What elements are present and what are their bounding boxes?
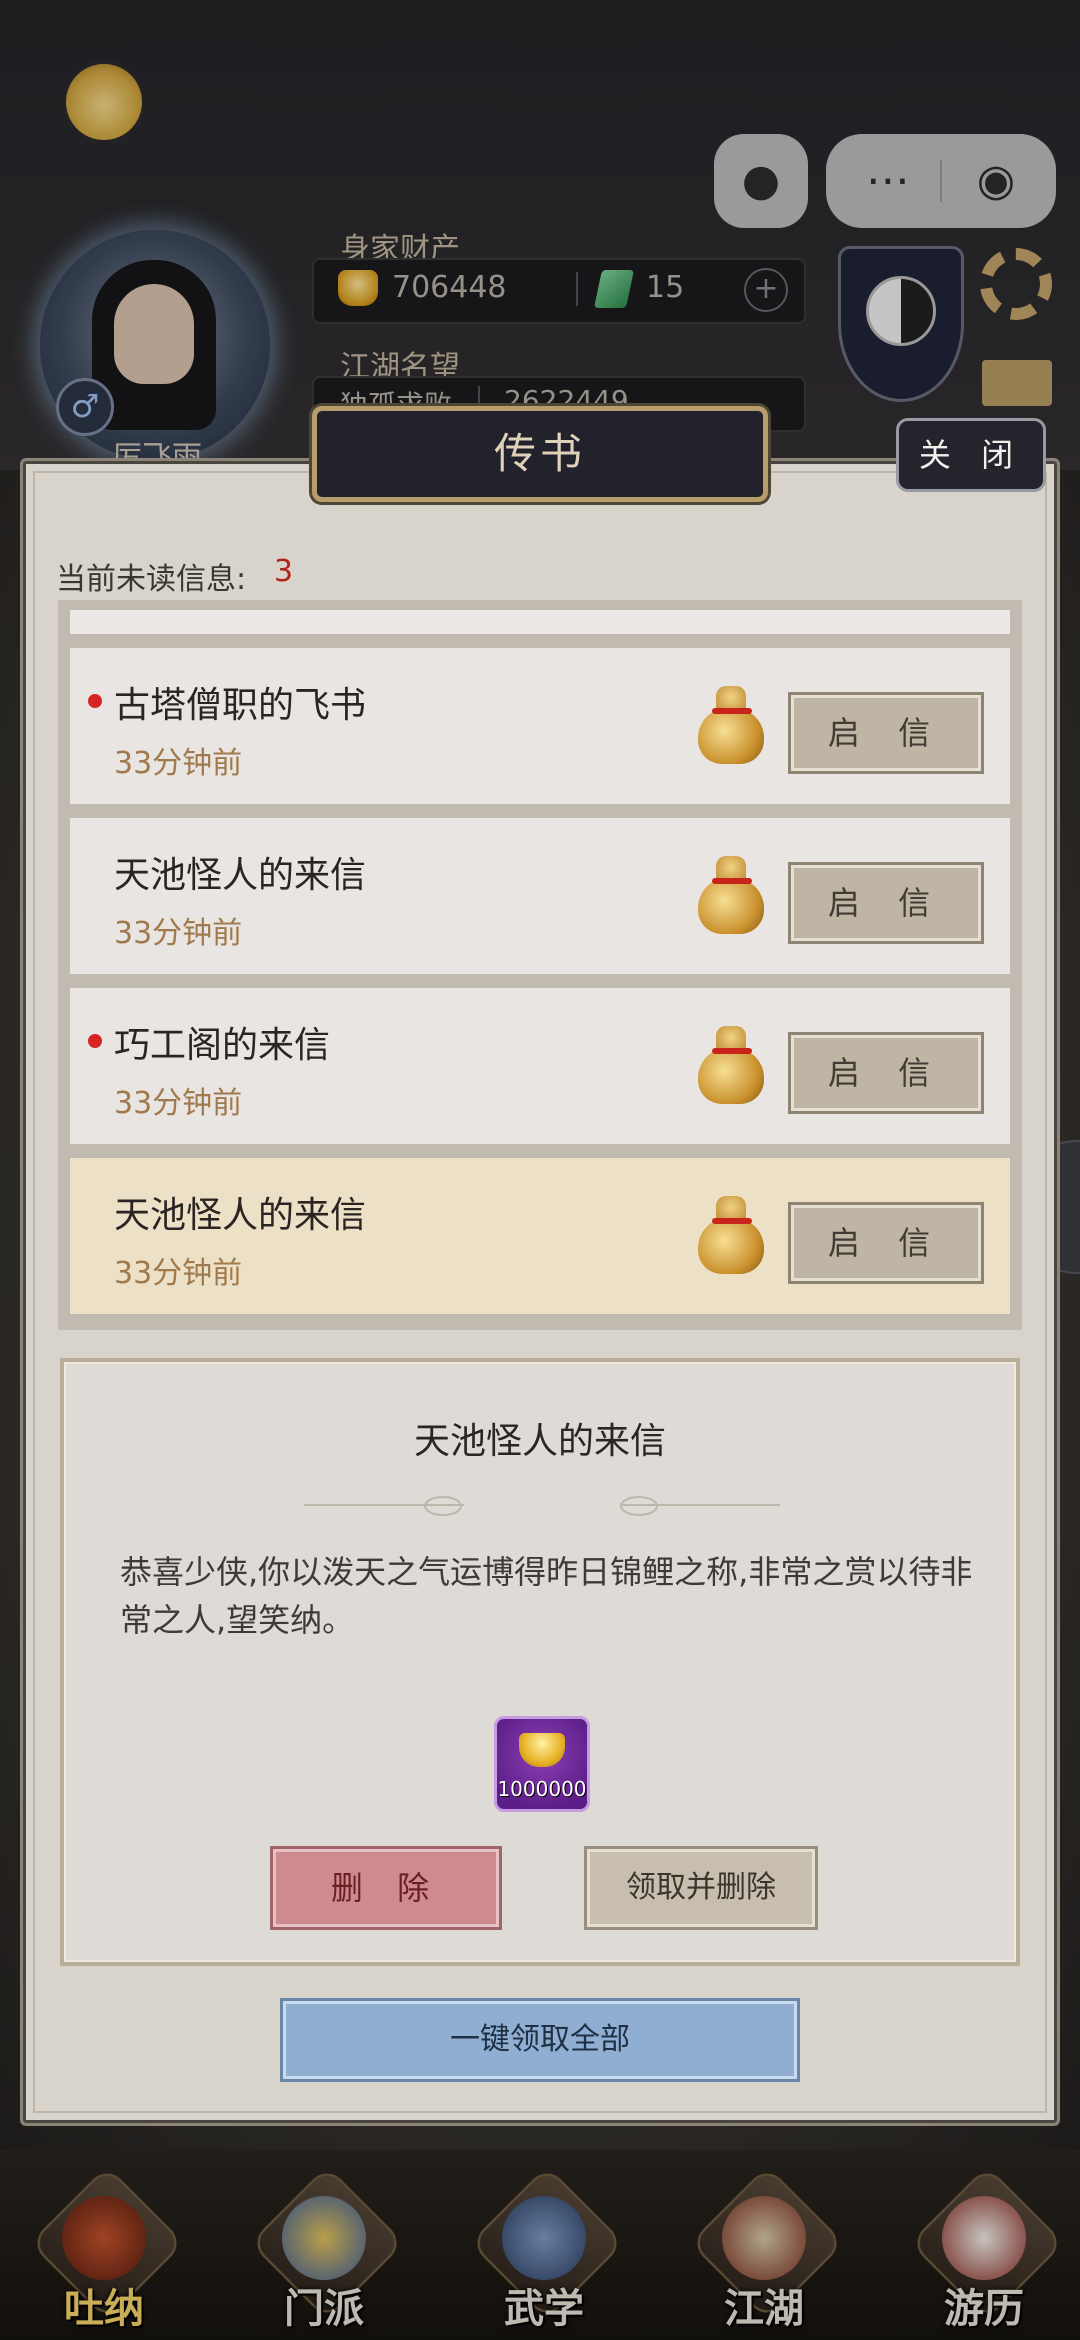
ornament-knot-left (424, 1496, 462, 1516)
letter-time: 33分钟前 (114, 1086, 243, 1121)
reward-item[interactable]: 1000000 (494, 1716, 590, 1812)
reward-amount: 1000000 (497, 1777, 587, 1801)
list-scroll-edge (70, 610, 1010, 634)
letter-row[interactable]: 巧工阁的来信 33分钟前 启 信 (70, 988, 1010, 1144)
letter-title: 古塔僧职的飞书 (114, 685, 367, 726)
letter-row[interactable]: 天池怪人的来信 33分钟前 启 信 (70, 818, 1010, 974)
close-button[interactable]: 关 闭 (896, 418, 1046, 492)
gold-ingot-icon (519, 1733, 565, 1767)
letter-time: 33分钟前 (114, 916, 243, 951)
open-letter-button[interactable]: 启 信 (788, 862, 984, 944)
open-letter-button[interactable]: 启 信 (788, 1202, 984, 1284)
unread-dot (88, 694, 102, 708)
ornament-knot-right (620, 1496, 658, 1516)
reward-bag-icon (698, 1026, 764, 1104)
open-letter-button[interactable]: 启 信 (788, 692, 984, 774)
dialog-title: 传书 (493, 429, 586, 478)
unread-label: 当前未读信息: (56, 562, 247, 597)
detail-body: 恭喜少侠,你以泼天之气运博得昨日锦鲤之称,非常之赏以待非常之人,望笑纳。 (120, 1553, 973, 1639)
unread-dot (88, 1034, 102, 1048)
letter-title: 天池怪人的来信 (114, 855, 367, 896)
letter-time: 33分钟前 (114, 746, 243, 781)
unread-count: 3 (274, 554, 294, 589)
open-letter-button[interactable]: 启 信 (788, 1032, 984, 1114)
detail-title: 天池怪人的来信 (413, 1421, 666, 1462)
letter-row[interactable]: 古塔僧职的飞书 33分钟前 启 信 (70, 648, 1010, 804)
letter-title: 天池怪人的来信 (114, 1195, 367, 1236)
claim-all-button[interactable]: 一键领取全部 (280, 1998, 800, 2082)
reward-bag-icon (698, 686, 764, 764)
reward-bag-icon (698, 856, 764, 934)
claim-and-delete-button[interactable]: 领取并删除 (584, 1846, 818, 1930)
letter-detail: 天池怪人的来信 恭喜少侠,你以泼天之气运博得昨日锦鲤之称,非常之赏以待非常之人,… (60, 1358, 1020, 1966)
dialog-title-plaque: 传书 (312, 406, 768, 502)
delete-button[interactable]: 删 除 (270, 1846, 502, 1930)
reward-bag-icon (698, 1196, 764, 1274)
letter-title: 巧工阁的来信 (114, 1025, 331, 1066)
letter-time: 33分钟前 (114, 1256, 243, 1291)
letter-row-selected[interactable]: 天池怪人的来信 33分钟前 启 信 (70, 1158, 1010, 1314)
